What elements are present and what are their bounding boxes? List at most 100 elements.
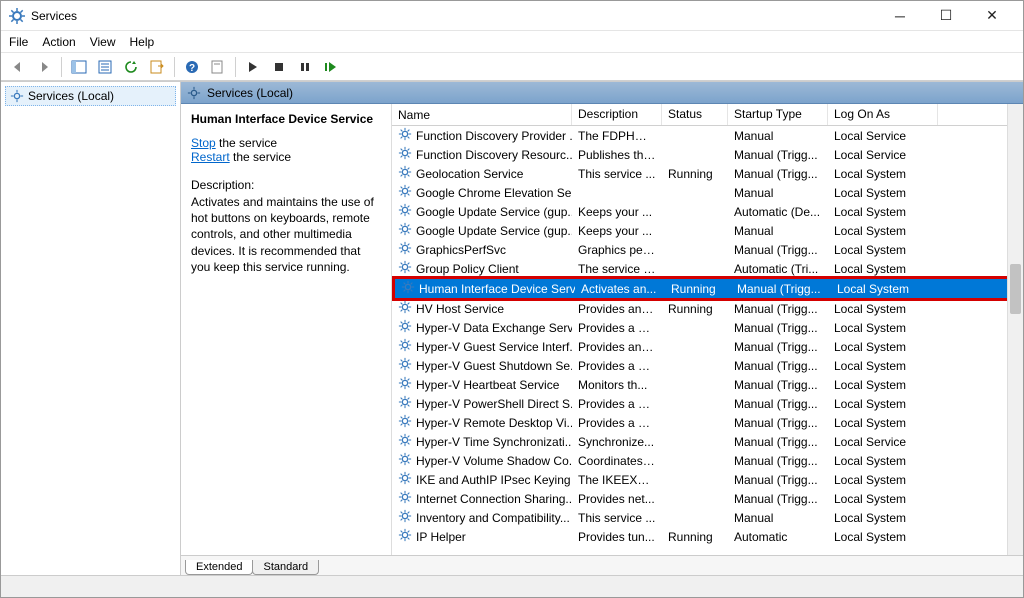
table-row[interactable]: Google Chrome Elevation Se...ManualLocal… (392, 183, 1023, 202)
gear-icon (398, 222, 412, 239)
cell-name: HV Host Service (392, 300, 572, 317)
col-name[interactable]: Name (392, 104, 572, 125)
table-row[interactable]: Hyper-V Data Exchange Serv...Provides a … (392, 318, 1023, 337)
gear-icon (398, 146, 412, 163)
menu-file[interactable]: File (9, 35, 28, 49)
stop-link[interactable]: Stop (191, 136, 216, 150)
detail-panel: Human Interface Device Service Stop the … (181, 104, 391, 555)
table-row[interactable]: Inventory and Compatibility...This servi… (392, 508, 1023, 527)
back-button[interactable] (7, 56, 29, 78)
cell-startup: Manual (728, 129, 828, 143)
tree-node-services-local[interactable]: Services (Local) (5, 86, 176, 106)
gear-icon (398, 357, 412, 374)
cell-description: Activates an... (575, 282, 665, 296)
content-area: Services (Local) Services (Local) Human … (1, 81, 1023, 575)
cell-description: Provides a m... (572, 321, 662, 335)
cell-status: Running (662, 167, 728, 181)
table-row[interactable]: Google Update Service (gup...Keeps your … (392, 202, 1023, 221)
gear-icon (398, 338, 412, 355)
menu-view[interactable]: View (90, 35, 116, 49)
table-row[interactable]: Hyper-V PowerShell Direct S...Provides a… (392, 394, 1023, 413)
cell-description: Publishes thi... (572, 148, 662, 162)
service-name: IKE and AuthIP IPsec Keying ... (416, 473, 572, 487)
table-row[interactable]: Hyper-V Time Synchronizati...Synchronize… (392, 432, 1023, 451)
cell-name: Internet Connection Sharing... (392, 490, 572, 507)
restart-button[interactable] (320, 56, 342, 78)
stop-button[interactable] (268, 56, 290, 78)
table-row[interactable]: Function Discovery Resourc...Publishes t… (392, 145, 1023, 164)
cell-name: Google Chrome Elevation Se... (392, 184, 572, 201)
cell-name: IP Helper (392, 528, 572, 545)
vertical-scrollbar[interactable] (1007, 104, 1023, 555)
cell-description: Provides a m... (572, 359, 662, 373)
table-row[interactable]: Hyper-V Heartbeat ServiceMonitors th...M… (392, 375, 1023, 394)
cell-description: Graphics per... (572, 243, 662, 257)
gear-icon (10, 89, 24, 103)
col-status[interactable]: Status (662, 104, 728, 125)
cell-name: Inventory and Compatibility... (392, 509, 572, 526)
properties-button[interactable] (94, 56, 116, 78)
restart-link[interactable]: Restart (191, 150, 230, 164)
cell-name: Group Policy Client (392, 260, 572, 277)
col-description[interactable]: Description (572, 104, 662, 125)
cell-name: Function Discovery Resourc... (392, 146, 572, 163)
cell-description: Keeps your ... (572, 224, 662, 238)
table-row[interactable]: Hyper-V Guest Shutdown Se...Provides a m… (392, 356, 1023, 375)
table-row[interactable]: Hyper-V Remote Desktop Vi...Provides a p… (392, 413, 1023, 432)
table-row[interactable]: GraphicsPerfSvcGraphics per...Manual (Tr… (392, 240, 1023, 259)
cell-logon: Local System (828, 416, 938, 430)
menu-help[interactable]: Help (130, 35, 155, 49)
cell-name: Hyper-V Data Exchange Serv... (392, 319, 572, 336)
cell-name: Hyper-V PowerShell Direct S... (392, 395, 572, 412)
cell-logon: Local Service (828, 148, 938, 162)
col-logon[interactable]: Log On As (828, 104, 938, 125)
cell-status: Running (665, 282, 731, 296)
cell-name: Hyper-V Time Synchronizati... (392, 433, 572, 450)
table-row[interactable]: Human Interface Device Serv...Activates … (395, 279, 1020, 298)
cell-logon: Local System (828, 167, 938, 181)
tab-standard[interactable]: Standard (252, 560, 319, 575)
service-name: Geolocation Service (416, 167, 523, 181)
minimize-button[interactable]: ─ (877, 1, 923, 31)
service-name: GraphicsPerfSvc (416, 243, 506, 257)
table-row[interactable]: Google Update Service (gup...Keeps your … (392, 221, 1023, 240)
right-pane: Services (Local) Human Interface Device … (181, 82, 1023, 575)
scroll-thumb[interactable] (1010, 264, 1021, 314)
forward-button[interactable] (33, 56, 55, 78)
window-controls: ─ ☐ ✕ (877, 1, 1015, 31)
cell-logon: Local System (828, 302, 938, 316)
gear-icon (398, 528, 412, 545)
cell-description: Keeps your ... (572, 205, 662, 219)
export-button[interactable] (146, 56, 168, 78)
service-name: Hyper-V Remote Desktop Vi... (416, 416, 572, 430)
table-row[interactable]: Geolocation ServiceThis service ...Runni… (392, 164, 1023, 183)
pane-title: Services (Local) (207, 86, 293, 100)
cell-logon: Local System (828, 397, 938, 411)
gear-icon (398, 184, 412, 201)
cell-startup: Manual (Trigg... (728, 167, 828, 181)
table-row[interactable]: Internet Connection Sharing...Provides n… (392, 489, 1023, 508)
start-button[interactable] (242, 56, 264, 78)
gear-icon (398, 260, 412, 277)
pause-button[interactable] (294, 56, 316, 78)
help-button[interactable]: ? (181, 56, 203, 78)
close-button[interactable]: ✕ (969, 1, 1015, 31)
refresh-button[interactable] (120, 56, 142, 78)
cell-name: Geolocation Service (392, 165, 572, 182)
table-row[interactable]: HV Host ServiceProvides an i...RunningMa… (392, 299, 1023, 318)
table-row[interactable]: IKE and AuthIP IPsec Keying ...The IKEEX… (392, 470, 1023, 489)
tab-extended[interactable]: Extended (185, 560, 253, 575)
menu-action[interactable]: Action (42, 35, 75, 49)
table-row[interactable]: Hyper-V Guest Service Interf...Provides … (392, 337, 1023, 356)
maximize-button[interactable]: ☐ (923, 1, 969, 31)
table-row[interactable]: IP HelperProvides tun...RunningAutomatic… (392, 527, 1023, 546)
cell-name: Hyper-V Guest Service Interf... (392, 338, 572, 355)
open-button[interactable] (207, 56, 229, 78)
cell-description: Provides a pl... (572, 416, 662, 430)
show-hide-tree-button[interactable] (68, 56, 90, 78)
table-row[interactable]: Function Discovery Provider ...The FDPHO… (392, 126, 1023, 145)
toolbar: ? (1, 53, 1023, 81)
col-startup[interactable]: Startup Type (728, 104, 828, 125)
table-row[interactable]: Hyper-V Volume Shadow Co...Coordinates .… (392, 451, 1023, 470)
stop-suffix: the service (216, 136, 277, 150)
